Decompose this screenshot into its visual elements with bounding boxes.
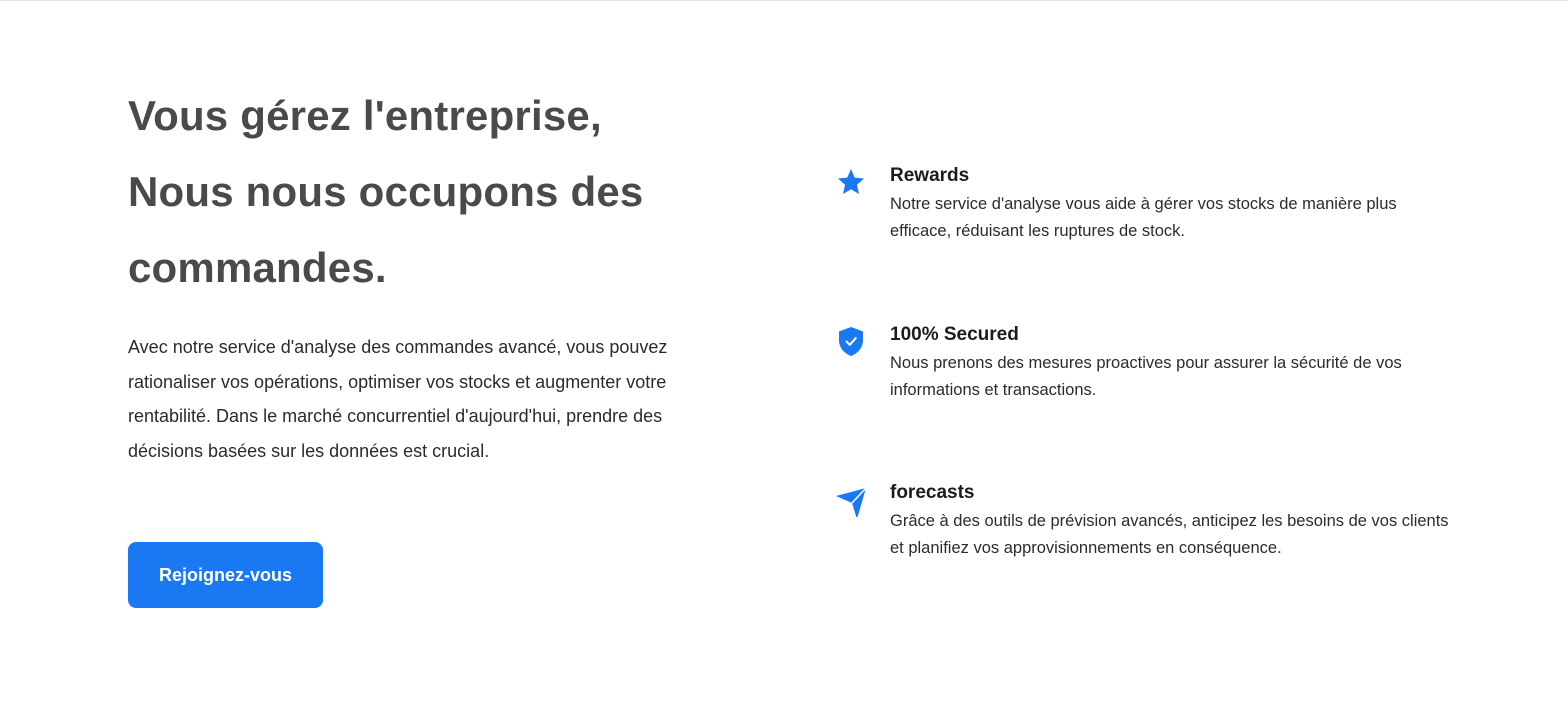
headline-line-1: Vous gérez l'entreprise, bbox=[128, 92, 602, 139]
headline-line-3: commandes. bbox=[128, 244, 387, 291]
feature-text: 100% Secured Nous prenons des mesures pr… bbox=[890, 323, 1454, 404]
feature-text: forecasts Grâce à des outils de prévisio… bbox=[890, 481, 1454, 562]
feature-description: Nous prenons des mesures proactives pour… bbox=[890, 354, 1402, 399]
feature-description: Notre service d'analyse vous aide à gére… bbox=[890, 195, 1397, 240]
paper-plane-icon bbox=[834, 481, 868, 517]
star-icon bbox=[834, 164, 868, 200]
join-button[interactable]: Rejoignez-vous bbox=[128, 542, 323, 608]
hero-left-column: Vous gérez l'entreprise, Nous nous occup… bbox=[128, 78, 688, 468]
feature-text: Rewards Notre service d'analyse vous aid… bbox=[890, 164, 1454, 245]
top-divider bbox=[0, 0, 1568, 1]
hero-headline: Vous gérez l'entreprise, Nous nous occup… bbox=[128, 78, 688, 306]
feature-title: forecasts bbox=[890, 482, 975, 503]
feature-title: 100% Secured bbox=[890, 324, 1019, 345]
hero-lead-paragraph: Avec notre service d'analyse des command… bbox=[128, 337, 668, 461]
hero-section: Vous gérez l'entreprise, Nous nous occup… bbox=[0, 0, 1568, 722]
feature-description: Grâce à des outils de prévision avancés,… bbox=[890, 512, 1449, 557]
headline-line-2: Nous nous occupons des bbox=[128, 168, 644, 215]
shield-check-icon bbox=[834, 323, 868, 359]
feature-title: Rewards bbox=[890, 165, 970, 186]
